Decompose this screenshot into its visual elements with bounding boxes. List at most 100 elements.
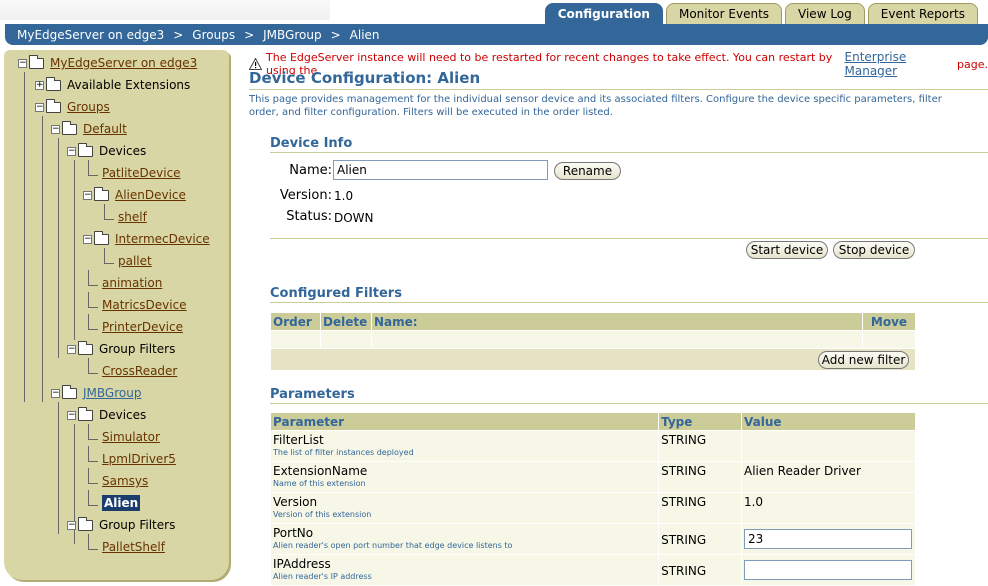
status-value: DOWN <box>334 211 374 225</box>
tree-label-crossreader[interactable]: CrossReader <box>102 364 177 378</box>
collapse-toggle-icon[interactable]: − <box>83 234 92 244</box>
tree-node-devices-jmb[interactable]: − Devices <box>67 405 146 425</box>
configured-filters-heading: Configured Filters <box>270 286 988 303</box>
tree-connector <box>104 204 114 220</box>
tree-label-default[interactable]: Default <box>83 122 127 136</box>
tree-node-patlite[interactable]: PatliteDevice <box>88 160 181 183</box>
collapse-toggle-icon[interactable]: − <box>67 410 76 420</box>
tree-node-crossreader[interactable]: CrossReader <box>88 358 177 381</box>
tree-label-alien-device[interactable]: AlienDevice <box>115 188 186 202</box>
tree-label-patlite[interactable]: PatliteDevice <box>102 166 181 180</box>
tree-node-simulator[interactable]: Simulator <box>88 424 160 447</box>
tree-connector <box>88 292 98 308</box>
name-label: Name: <box>289 163 332 178</box>
tree-node-groups[interactable]: − Groups <box>35 97 110 117</box>
tree-node-available-extensions[interactable]: + Available Extensions <box>35 75 190 95</box>
tree-node-devices[interactable]: − Devices <box>67 141 146 161</box>
start-device-button[interactable]: Start device <box>746 241 828 259</box>
tree-node-jmbgroup[interactable]: − JMBGroup <box>51 383 141 403</box>
page-description: This page provides management for the in… <box>249 94 942 118</box>
folder-icon <box>29 54 44 69</box>
tree-label-devices[interactable]: Devices <box>99 144 146 158</box>
rename-button[interactable]: Rename <box>554 162 621 180</box>
breadcrumb-separator: > <box>173 27 184 42</box>
tree-label-simulator[interactable]: Simulator <box>102 430 160 444</box>
tree-node-alien[interactable]: Alien <box>88 490 141 513</box>
add-new-filter-button[interactable]: Add new filter <box>818 351 909 369</box>
tree-label-intermec[interactable]: IntermecDevice <box>115 232 210 246</box>
parameter-name: FilterList <box>273 433 324 447</box>
breadcrumb-jmbgroup[interactable]: JMBGroup <box>263 28 321 42</box>
tree-label-groups[interactable]: Groups <box>67 100 110 114</box>
column-delete: Delete <box>319 312 372 331</box>
collapse-toggle-icon[interactable]: − <box>67 146 76 156</box>
parameter-description: Alien reader's open port number that edg… <box>273 541 513 550</box>
tree-node-shelf[interactable]: shelf <box>104 204 147 227</box>
tree-label-devices-jmb[interactable]: Devices <box>99 408 146 422</box>
collapse-toggle-icon[interactable]: − <box>51 388 60 398</box>
filters-empty-row <box>270 330 916 349</box>
tree-connector <box>88 314 98 330</box>
breadcrumb-server[interactable]: MyEdgeServer on edge3 <box>17 28 164 42</box>
collapse-toggle-icon[interactable]: − <box>18 58 27 68</box>
port-number-input[interactable] <box>743 529 912 549</box>
tree-node-animation[interactable]: animation <box>88 270 162 293</box>
tree-label-jmbgroup[interactable]: JMBGroup <box>83 386 141 400</box>
tree-node-pallet[interactable]: pallet <box>104 248 152 271</box>
tree-label-alien-selected[interactable]: Alien <box>102 495 141 511</box>
tree-node-intermec[interactable]: − IntermecDevice <box>83 229 210 249</box>
tree-label-group-filters[interactable]: Group Filters <box>99 342 175 356</box>
tree-node-alien-device[interactable]: − AlienDevice <box>83 185 186 205</box>
tab-monitor-events[interactable]: Monitor Events <box>665 3 783 24</box>
tree-label-palletshelf[interactable]: PalletShelf <box>102 540 165 554</box>
tree-label-lpml[interactable]: LpmlDriver5 <box>102 452 176 466</box>
tree-node-samsys[interactable]: Samsys <box>88 468 148 491</box>
expand-toggle-icon[interactable]: + <box>35 80 44 90</box>
collapse-toggle-icon[interactable]: − <box>35 102 44 112</box>
status-label: Status: <box>286 209 332 224</box>
tree-node-group-filters[interactable]: − Group Filters <box>67 339 175 359</box>
tree-node-default[interactable]: − Default <box>51 119 127 139</box>
column-parameter: Parameter <box>269 412 660 431</box>
device-name-input[interactable] <box>333 160 548 180</box>
tree-guide-line <box>58 402 59 534</box>
tree-node-matrics[interactable]: MatricsDevice <box>88 292 187 315</box>
tree-label-pallet[interactable]: pallet <box>118 254 152 268</box>
tab-view-log[interactable]: View Log <box>785 3 865 24</box>
tree-node-printer[interactable]: PrinterDevice <box>88 314 183 337</box>
column-name: Name: <box>370 312 864 331</box>
tree-label-available-extensions[interactable]: Available Extensions <box>67 78 190 92</box>
tree-label-printer[interactable]: PrinterDevice <box>102 320 183 334</box>
ip-address-input[interactable] <box>743 560 912 580</box>
tree-node-palletshelf[interactable]: PalletShelf <box>88 534 165 557</box>
tree-guide-line <box>24 72 25 402</box>
tree-label-animation[interactable]: animation <box>102 276 162 290</box>
tab-configuration[interactable]: Configuration <box>544 3 663 24</box>
tree-label-root[interactable]: MyEdgeServer on edge3 <box>50 56 197 70</box>
folder-icon <box>78 516 93 531</box>
tree-node-group-filters-jmb[interactable]: − Group Filters <box>67 515 175 535</box>
empty-cell <box>319 330 372 349</box>
parameters-heading: Parameters <box>270 387 988 404</box>
collapse-toggle-icon[interactable]: − <box>67 344 76 354</box>
table-row: Version Version of this extension STRING … <box>269 492 917 524</box>
breadcrumb-groups[interactable]: Groups <box>192 28 235 42</box>
tree-connector <box>88 534 98 550</box>
stop-device-button[interactable]: Stop device <box>833 241 915 259</box>
divider <box>270 238 988 239</box>
folder-icon <box>78 340 93 355</box>
tree-label-group-filters-jmb[interactable]: Group Filters <box>99 518 175 532</box>
tree-label-matrics[interactable]: MatricsDevice <box>102 298 187 312</box>
breadcrumb-separator: > <box>244 27 255 42</box>
tree-node-lpml[interactable]: LpmlDriver5 <box>88 446 176 469</box>
filters-header-row: Order Delete Name: Move <box>270 312 916 331</box>
folder-icon <box>62 384 77 399</box>
collapse-toggle-icon[interactable]: − <box>67 520 76 530</box>
tab-event-reports[interactable]: Event Reports <box>867 3 978 24</box>
tree-node-root[interactable]: − MyEdgeServer on edge3 <box>18 53 197 73</box>
collapse-toggle-icon[interactable]: − <box>83 190 92 200</box>
collapse-toggle-icon[interactable]: − <box>51 124 60 134</box>
table-row: ExtensionName Name of this extension STRI… <box>269 461 917 493</box>
tree-label-shelf[interactable]: shelf <box>118 210 147 224</box>
tree-label-samsys[interactable]: Samsys <box>102 474 148 488</box>
